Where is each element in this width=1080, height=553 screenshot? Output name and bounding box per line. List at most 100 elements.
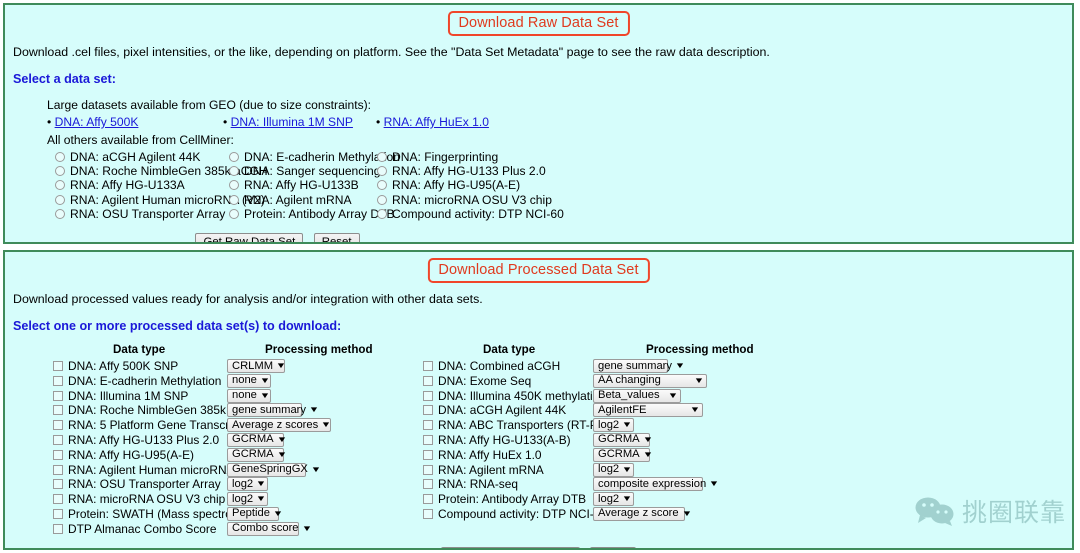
data-type-option[interactable]: RNA: Affy HG-U95(A-E) [53,448,194,462]
checkbox-icon[interactable] [53,390,63,401]
radio-icon[interactable] [377,194,387,205]
checkbox-icon[interactable] [53,449,63,460]
radio-option[interactable]: RNA: Affy HG-U133 Plus 2.0 [377,164,546,178]
radio-option[interactable]: RNA: microRNA OSU V3 chip [377,193,552,207]
processing-method-select[interactable]: none ▼ [227,388,271,403]
radio-icon[interactable] [55,180,65,191]
checkbox-icon[interactable] [423,494,433,505]
data-type-option[interactable]: DNA: aCGH Agilent 44K [423,403,566,417]
processing-method-select[interactable]: Average z scores ▼ [227,418,332,433]
radio-icon[interactable] [377,208,387,219]
radio-icon[interactable] [229,166,239,177]
data-type-option[interactable]: RNA: OSU Transporter Array [53,477,221,491]
radio-icon[interactable] [229,152,239,162]
radio-option[interactable]: RNA: Agilent mRNA [229,193,352,207]
radio-option[interactable]: DNA: Fingerprinting [377,150,498,164]
link-dna-illumina-1m-snp[interactable]: DNA: Illumina 1M SNP [231,115,353,129]
processing-method-select[interactable]: log2 ▼ [593,462,634,477]
processing-method-select[interactable]: GCRMA ▼ [227,432,287,447]
checkbox-icon[interactable] [53,420,63,431]
data-type-option[interactable]: RNA: Agilent mRNA [423,463,544,477]
data-type-option[interactable]: DNA: Illumina 450K methylation [423,389,606,403]
processing-method-select[interactable]: GCRMA ▼ [593,447,653,462]
radio-icon[interactable] [229,194,239,205]
link-rna-affy-huex-10[interactable]: RNA: Affy HuEx 1.0 [384,115,489,129]
data-type-option[interactable]: Compound activity: DTP NCI-60 [423,507,607,521]
checkbox-icon[interactable] [423,405,433,416]
processing-method-select[interactable]: none ▼ [227,373,271,388]
link-dna-affy-500k[interactable]: DNA: Affy 500K [55,115,139,129]
checkbox-icon[interactable] [423,390,433,401]
processing-method-select[interactable]: composite expression ▼ [593,477,720,492]
raw-reset-button[interactable]: Reset [313,232,360,242]
radio-icon[interactable] [377,166,387,177]
processing-method-select[interactable]: CRLMM ▼ [227,359,286,373]
checkbox-icon[interactable] [53,375,63,386]
checkbox-icon[interactable] [53,464,63,475]
checkbox-icon[interactable] [423,375,433,386]
data-type-option[interactable]: RNA: Affy HG-U133 Plus 2.0 [53,433,219,447]
radio-option[interactable]: RNA: Affy HG-U95(A-E) [377,178,520,192]
processing-method-select[interactable]: log2 ▼ [227,492,268,507]
radio-option[interactable]: DNA: aCGH Agilent 44K [55,150,200,164]
radio-option[interactable]: DNA: Sanger sequencing [229,164,380,178]
data-type-option[interactable]: RNA: 5 Platform Gene Transcript [53,418,242,432]
processing-method-select[interactable]: Combo score ▼ [227,521,312,536]
checkbox-icon[interactable] [53,405,63,416]
data-type-option[interactable]: DNA: Combined aCGH [423,359,560,373]
processing-method-select[interactable]: Beta_values ▼ [593,388,681,403]
processing-method-select[interactable]: GeneSpringGX ▼ [227,462,321,477]
radio-option[interactable]: RNA: OSU Transporter Array [55,207,225,221]
checkbox-icon[interactable] [53,523,63,534]
radio-option[interactable]: RNA: Affy HG-U133A [55,178,185,192]
checkbox-icon[interactable] [423,508,433,519]
processing-method-select[interactable]: gene summary ▼ [593,359,685,373]
radio-icon[interactable] [55,194,65,205]
radio-icon[interactable] [377,152,387,162]
data-type-option[interactable]: RNA: ABC Transporters (RT-PCR) [423,418,619,432]
processing-method-select[interactable]: AgilentFE ▼ [593,403,703,418]
data-type-option[interactable]: RNA: RNA-seq [423,477,518,491]
processing-method-select[interactable]: log2 ▼ [227,477,268,492]
data-type-option[interactable]: DNA: Affy 500K SNP [53,359,178,373]
get-raw-data-set-button[interactable]: Get Raw Data Set [195,232,304,242]
radio-icon[interactable] [377,180,387,191]
processing-method-select[interactable]: log2 ▼ [593,418,634,433]
radio-option[interactable]: RNA: Affy HG-U133B [229,178,359,192]
processing-method-select[interactable]: Average z score ▼ [593,506,692,521]
checkbox-icon[interactable] [423,464,433,475]
data-type-option[interactable]: RNA: microRNA OSU V3 chip [53,492,225,506]
get-processed-data-set-button[interactable]: Get Processed Data Set [440,546,580,548]
radio-icon[interactable] [55,208,65,219]
checkbox-icon[interactable] [423,420,433,431]
checkbox-icon[interactable] [423,434,433,445]
data-type-option[interactable]: DNA: Exome Seq [423,374,531,388]
processing-method-select[interactable]: AA changing ▼ [593,373,707,388]
processing-method-select[interactable]: Peptide ▼ [227,506,283,521]
checkbox-icon[interactable] [53,434,63,445]
radio-icon[interactable] [229,208,239,219]
radio-option[interactable]: Protein: Antibody Array DTB [229,207,395,221]
radio-icon[interactable] [229,180,239,191]
radio-icon[interactable] [55,166,65,177]
data-type-option[interactable]: RNA: Affy HuEx 1.0 [423,448,542,462]
radio-icon[interactable] [55,152,65,162]
radio-option[interactable]: Compound activity: DTP NCI-60 [377,207,564,221]
radio-option[interactable]: DNA: E-cadherin Methylation [229,150,400,164]
checkbox-icon[interactable] [423,361,433,371]
data-type-option[interactable]: RNA: Affy HG-U133(A-B) [423,433,571,447]
processing-method-select[interactable]: gene summary ▼ [227,403,319,418]
processing-method-select[interactable]: GCRMA ▼ [227,447,287,462]
data-type-option[interactable]: DNA: Illumina 1M SNP [53,389,188,403]
checkbox-icon[interactable] [53,494,63,505]
checkbox-icon[interactable] [53,479,63,490]
checkbox-icon[interactable] [423,479,433,490]
checkbox-icon[interactable] [53,361,63,371]
processed-reset-button[interactable]: Reset [590,546,637,548]
checkbox-icon[interactable] [423,449,433,460]
data-type-option[interactable]: DTP Almanac Combo Score [53,522,216,536]
checkbox-icon[interactable] [53,508,63,519]
processing-method-select[interactable]: GCRMA ▼ [593,432,653,447]
processing-method-select[interactable]: log2 ▼ [593,492,634,507]
data-type-option[interactable]: Protein: Antibody Array DTB [423,492,586,506]
